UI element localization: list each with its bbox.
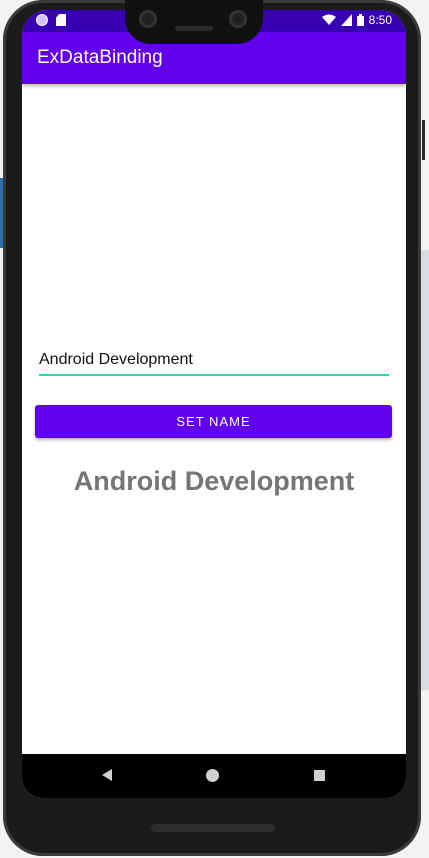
recents-icon[interactable]	[314, 770, 325, 781]
status-time: 8:50	[368, 13, 392, 27]
display-name-text: Android Development	[73, 466, 355, 496]
power-button	[422, 120, 425, 160]
earpiece-speaker	[175, 26, 213, 31]
front-sensor-icon	[229, 10, 247, 28]
status-left-icons	[36, 14, 66, 26]
notification-circle-icon	[36, 14, 48, 26]
battery-icon	[356, 14, 364, 26]
wifi-icon	[321, 14, 336, 25]
navigation-bar	[22, 754, 406, 798]
name-input[interactable]	[39, 346, 389, 376]
app-title: ExDataBinding	[37, 47, 163, 68]
bottom-speaker	[151, 824, 275, 832]
phone-screen: 8:50 ExDataBinding SET NAME Android Deve…	[22, 10, 406, 798]
camera-notch	[125, 0, 263, 44]
sd-card-icon	[56, 14, 66, 26]
phone-frame: 8:50 ExDataBinding SET NAME Android Deve…	[3, 0, 425, 856]
home-icon[interactable]	[206, 769, 219, 782]
back-icon[interactable]	[102, 769, 112, 781]
front-camera-icon	[139, 10, 157, 28]
signal-icon	[340, 14, 352, 26]
set-name-button[interactable]: SET NAME	[35, 405, 392, 438]
status-right-icons: 8:50	[321, 13, 392, 27]
